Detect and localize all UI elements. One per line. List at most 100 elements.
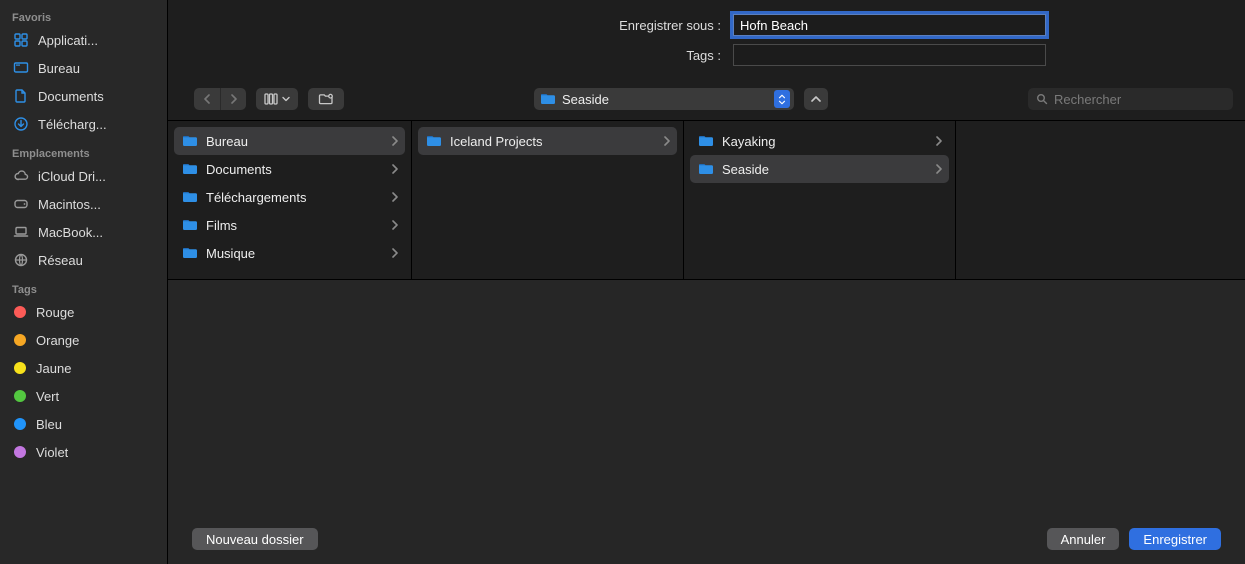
tags-label: Tags : — [168, 48, 733, 63]
footer: Nouveau dossier Annuler Enregistrer — [168, 516, 1245, 564]
sidebar-item-macbook[interactable]: MacBook... — [0, 218, 167, 246]
collapse-button[interactable] — [804, 88, 828, 110]
location-label: Seaside — [562, 92, 768, 107]
sidebar-item-label: Applicati... — [38, 33, 98, 48]
search-icon — [1036, 93, 1048, 105]
folder-icon — [182, 190, 198, 204]
sidebar-item-label: Documents — [38, 89, 104, 104]
tag-dot-icon — [14, 306, 26, 318]
tag-dot-icon — [14, 334, 26, 346]
sidebar-item-downloads[interactable]: Télécharg... — [0, 110, 167, 138]
new-folder-icon — [318, 92, 334, 106]
sidebar-item-icloud-drive[interactable]: iCloud Dri... — [0, 162, 167, 190]
form-area: Enregistrer sous : Tags : — [168, 0, 1245, 84]
sidebar-tag-red[interactable]: Rouge — [0, 298, 167, 326]
laptop-icon — [12, 223, 30, 241]
browser-item[interactable]: Iceland Projects — [418, 127, 677, 155]
search-field[interactable] — [1028, 88, 1233, 110]
sidebar-item-network[interactable]: Réseau — [0, 246, 167, 274]
folder-icon — [540, 92, 556, 106]
cancel-button[interactable]: Annuler — [1047, 528, 1120, 550]
browser-column-1: Iceland Projects — [412, 121, 684, 279]
chevron-right-icon — [391, 220, 399, 230]
sidebar-tag-green[interactable]: Vert — [0, 382, 167, 410]
sidebar-item-label: Vert — [36, 389, 59, 404]
browser-item-label: Téléchargements — [206, 190, 383, 205]
browser-item-label: Iceland Projects — [450, 134, 655, 149]
sidebar-item-label: Rouge — [36, 305, 74, 320]
sidebar-heading-tags: Tags — [0, 280, 167, 298]
sidebar-tag-violet[interactable]: Violet — [0, 438, 167, 466]
browser-item[interactable]: Kayaking — [690, 127, 949, 155]
sidebar-item-label: Bureau — [38, 61, 80, 76]
browser-item-label: Bureau — [206, 134, 383, 149]
back-button[interactable] — [194, 88, 220, 110]
location-popup[interactable]: Seaside — [534, 88, 794, 110]
sidebar-tag-orange[interactable]: Orange — [0, 326, 167, 354]
column-browser: Bureau Documents Téléchargements Films — [168, 120, 1245, 280]
tag-dot-icon — [14, 362, 26, 374]
cloud-icon — [12, 167, 30, 185]
folder-icon — [182, 162, 198, 176]
sidebar-tags-section: Tags Rouge Orange Jaune Vert Bleu — [0, 276, 167, 468]
save-dialog: Favoris Applicati... Bureau Documents Té… — [0, 0, 1245, 564]
sidebar-item-macintosh-hd[interactable]: Macintos... — [0, 190, 167, 218]
sidebar-heading-favorites: Favoris — [0, 8, 167, 26]
chevron-right-icon — [935, 136, 943, 146]
browser-item-label: Kayaking — [722, 134, 927, 149]
sidebar-favorites-section: Favoris Applicati... Bureau Documents Té… — [0, 4, 167, 140]
view-mode-button[interactable] — [256, 88, 298, 110]
sidebar-item-desktop[interactable]: Bureau — [0, 54, 167, 82]
chevron-right-icon — [230, 94, 238, 104]
save-as-label: Enregistrer sous : — [168, 18, 733, 33]
save-button[interactable]: Enregistrer — [1129, 528, 1221, 550]
sidebar-item-applications[interactable]: Applicati... — [0, 26, 167, 54]
sidebar: Favoris Applicati... Bureau Documents Té… — [0, 0, 168, 564]
sidebar-item-label: Télécharg... — [38, 117, 107, 132]
sidebar-item-label: Macintos... — [38, 197, 101, 212]
search-input[interactable] — [1054, 92, 1230, 107]
chevron-right-icon — [935, 164, 943, 174]
save-as-input[interactable] — [733, 14, 1046, 36]
sidebar-item-label: Bleu — [36, 417, 62, 432]
browser-column-0: Bureau Documents Téléchargements Films — [168, 121, 412, 279]
sidebar-tag-blue[interactable]: Bleu — [0, 410, 167, 438]
chevron-right-icon — [391, 164, 399, 174]
select-arrows-icon — [774, 90, 790, 108]
sidebar-item-label: Réseau — [38, 253, 83, 268]
browser-item[interactable]: Documents — [174, 155, 405, 183]
columns-icon — [264, 92, 278, 106]
sidebar-item-label: MacBook... — [38, 225, 103, 240]
app-grid-icon — [12, 31, 30, 49]
tags-input[interactable] — [733, 44, 1046, 66]
browser-item-label: Documents — [206, 162, 383, 177]
new-folder-button[interactable]: Nouveau dossier — [192, 528, 318, 550]
sidebar-item-label: Orange — [36, 333, 79, 348]
new-folder-icon-button[interactable] — [308, 88, 344, 110]
browser-item[interactable]: Téléchargements — [174, 183, 405, 211]
sidebar-tag-yellow[interactable]: Jaune — [0, 354, 167, 382]
sidebar-item-documents[interactable]: Documents — [0, 82, 167, 110]
chevron-right-icon — [663, 136, 671, 146]
sidebar-item-label: Jaune — [36, 361, 71, 376]
lower-area — [168, 280, 1245, 516]
chevron-down-icon — [282, 96, 290, 102]
browser-item[interactable]: Films — [174, 211, 405, 239]
browser-item[interactable]: Seaside — [690, 155, 949, 183]
chevron-right-icon — [391, 248, 399, 258]
browser-item[interactable]: Bureau — [174, 127, 405, 155]
globe-icon — [12, 251, 30, 269]
browser-column-3 — [956, 121, 1245, 279]
tag-dot-icon — [14, 390, 26, 402]
desktop-icon — [12, 59, 30, 77]
document-icon — [12, 87, 30, 105]
folder-icon — [426, 134, 442, 148]
forward-button[interactable] — [220, 88, 246, 110]
folder-icon — [182, 134, 198, 148]
sidebar-item-label: Violet — [36, 445, 68, 460]
folder-icon — [698, 134, 714, 148]
browser-item[interactable]: Musique — [174, 239, 405, 267]
folder-icon — [698, 162, 714, 176]
folder-icon — [182, 246, 198, 260]
browser-item-label: Films — [206, 218, 383, 233]
